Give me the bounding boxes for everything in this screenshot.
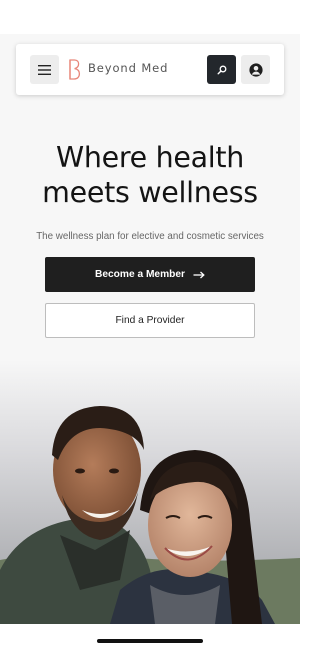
search-icon (217, 65, 226, 75)
search-button[interactable] (207, 55, 236, 84)
home-indicator[interactable] (97, 639, 203, 643)
become-member-button[interactable]: Become a Member (45, 257, 255, 292)
account-button[interactable] (241, 55, 270, 84)
hero-photo-couple (0, 360, 300, 624)
page: Beyond Med Where health meets wellness T… (0, 0, 300, 649)
arrow-right-icon (193, 271, 205, 278)
account-icon (248, 62, 263, 77)
hero-title-line-1: Where health (55, 141, 245, 174)
hero-title: Where health meets wellness (20, 140, 280, 210)
brand-name[interactable]: Beyond Med (88, 61, 168, 75)
hamburger-icon (38, 64, 51, 75)
navbar: Beyond Med (16, 44, 284, 95)
menu-button[interactable] (30, 55, 59, 84)
become-member-label: Become a Member (94, 269, 186, 280)
find-provider-label: Find a Provider (115, 315, 185, 326)
hero-title-line-2: meets wellness (42, 176, 258, 209)
find-provider-button[interactable]: Find a Provider (45, 303, 255, 338)
hero-subtitle: The wellness plan for elective and cosme… (36, 231, 264, 242)
bottom-safe-area (0, 624, 300, 649)
status-bar (0, 0, 300, 34)
beyond-med-logo-icon[interactable] (67, 58, 81, 81)
